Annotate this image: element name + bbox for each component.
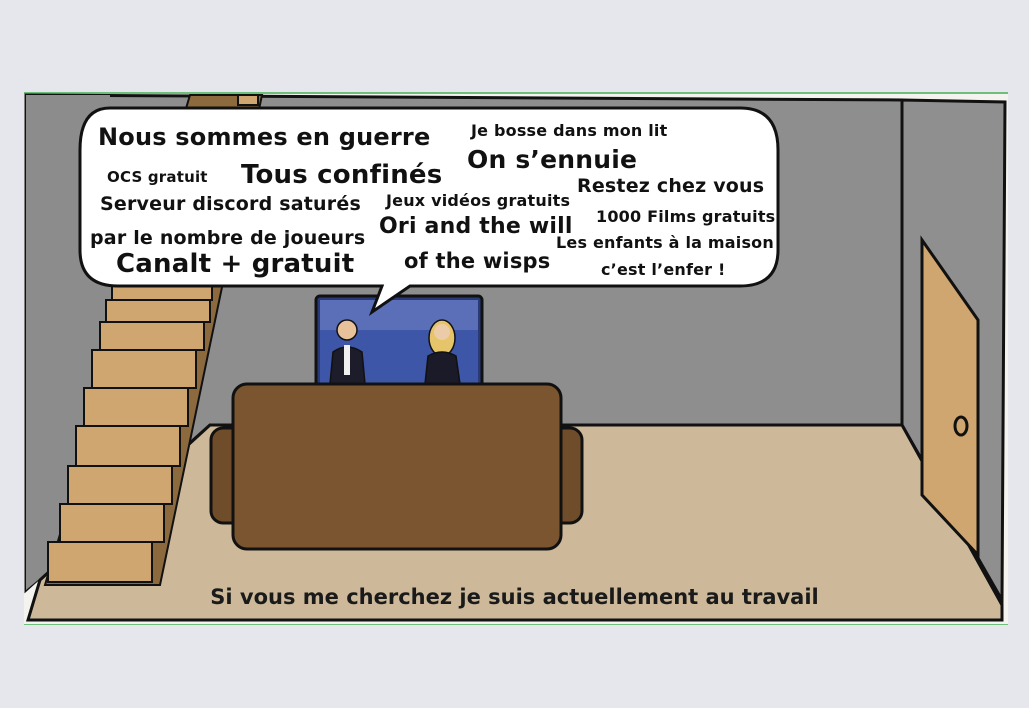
phrase-enfants-a-la-maison: Les enfants à la maison [556, 233, 774, 252]
phrase-nombre-de-joueurs: par le nombre de joueurs [90, 227, 366, 249]
sofa [209, 382, 584, 551]
phrase-c-est-l-enfer: c’est l’enfer ! [601, 260, 726, 279]
phrase-on-s-ennuie: On s’ennuie [467, 145, 638, 174]
phrase-nous-sommes-en-guerre: Nous sommes en guerre [98, 123, 431, 151]
phrase-ori-and-the-will: Ori and the will [379, 214, 573, 239]
phrase-ocs-gratuit: OCS gratuit [107, 168, 208, 186]
television [314, 294, 484, 390]
phrase-canalt-gratuit: Canalt + gratuit [116, 249, 355, 279]
phrase-of-the-wisps: of the wisps [404, 249, 551, 273]
phrase-films-gratuits: 1000 Films gratuits [596, 207, 776, 226]
phrase-je-bosse-dans-mon-lit: Je bosse dans mon lit [471, 121, 668, 140]
phrase-jeux-videos-gratuits: Jeux vidéos gratuits [386, 191, 571, 210]
caption-text: Si vous me cherchez je suis actuellement… [210, 585, 819, 609]
phrase-serveur-discord: Serveur discord saturés [100, 193, 361, 215]
phrase-restez-chez-vous: Restez chez vous [577, 175, 765, 197]
phrase-tous-confines: Tous confinés [241, 160, 443, 190]
